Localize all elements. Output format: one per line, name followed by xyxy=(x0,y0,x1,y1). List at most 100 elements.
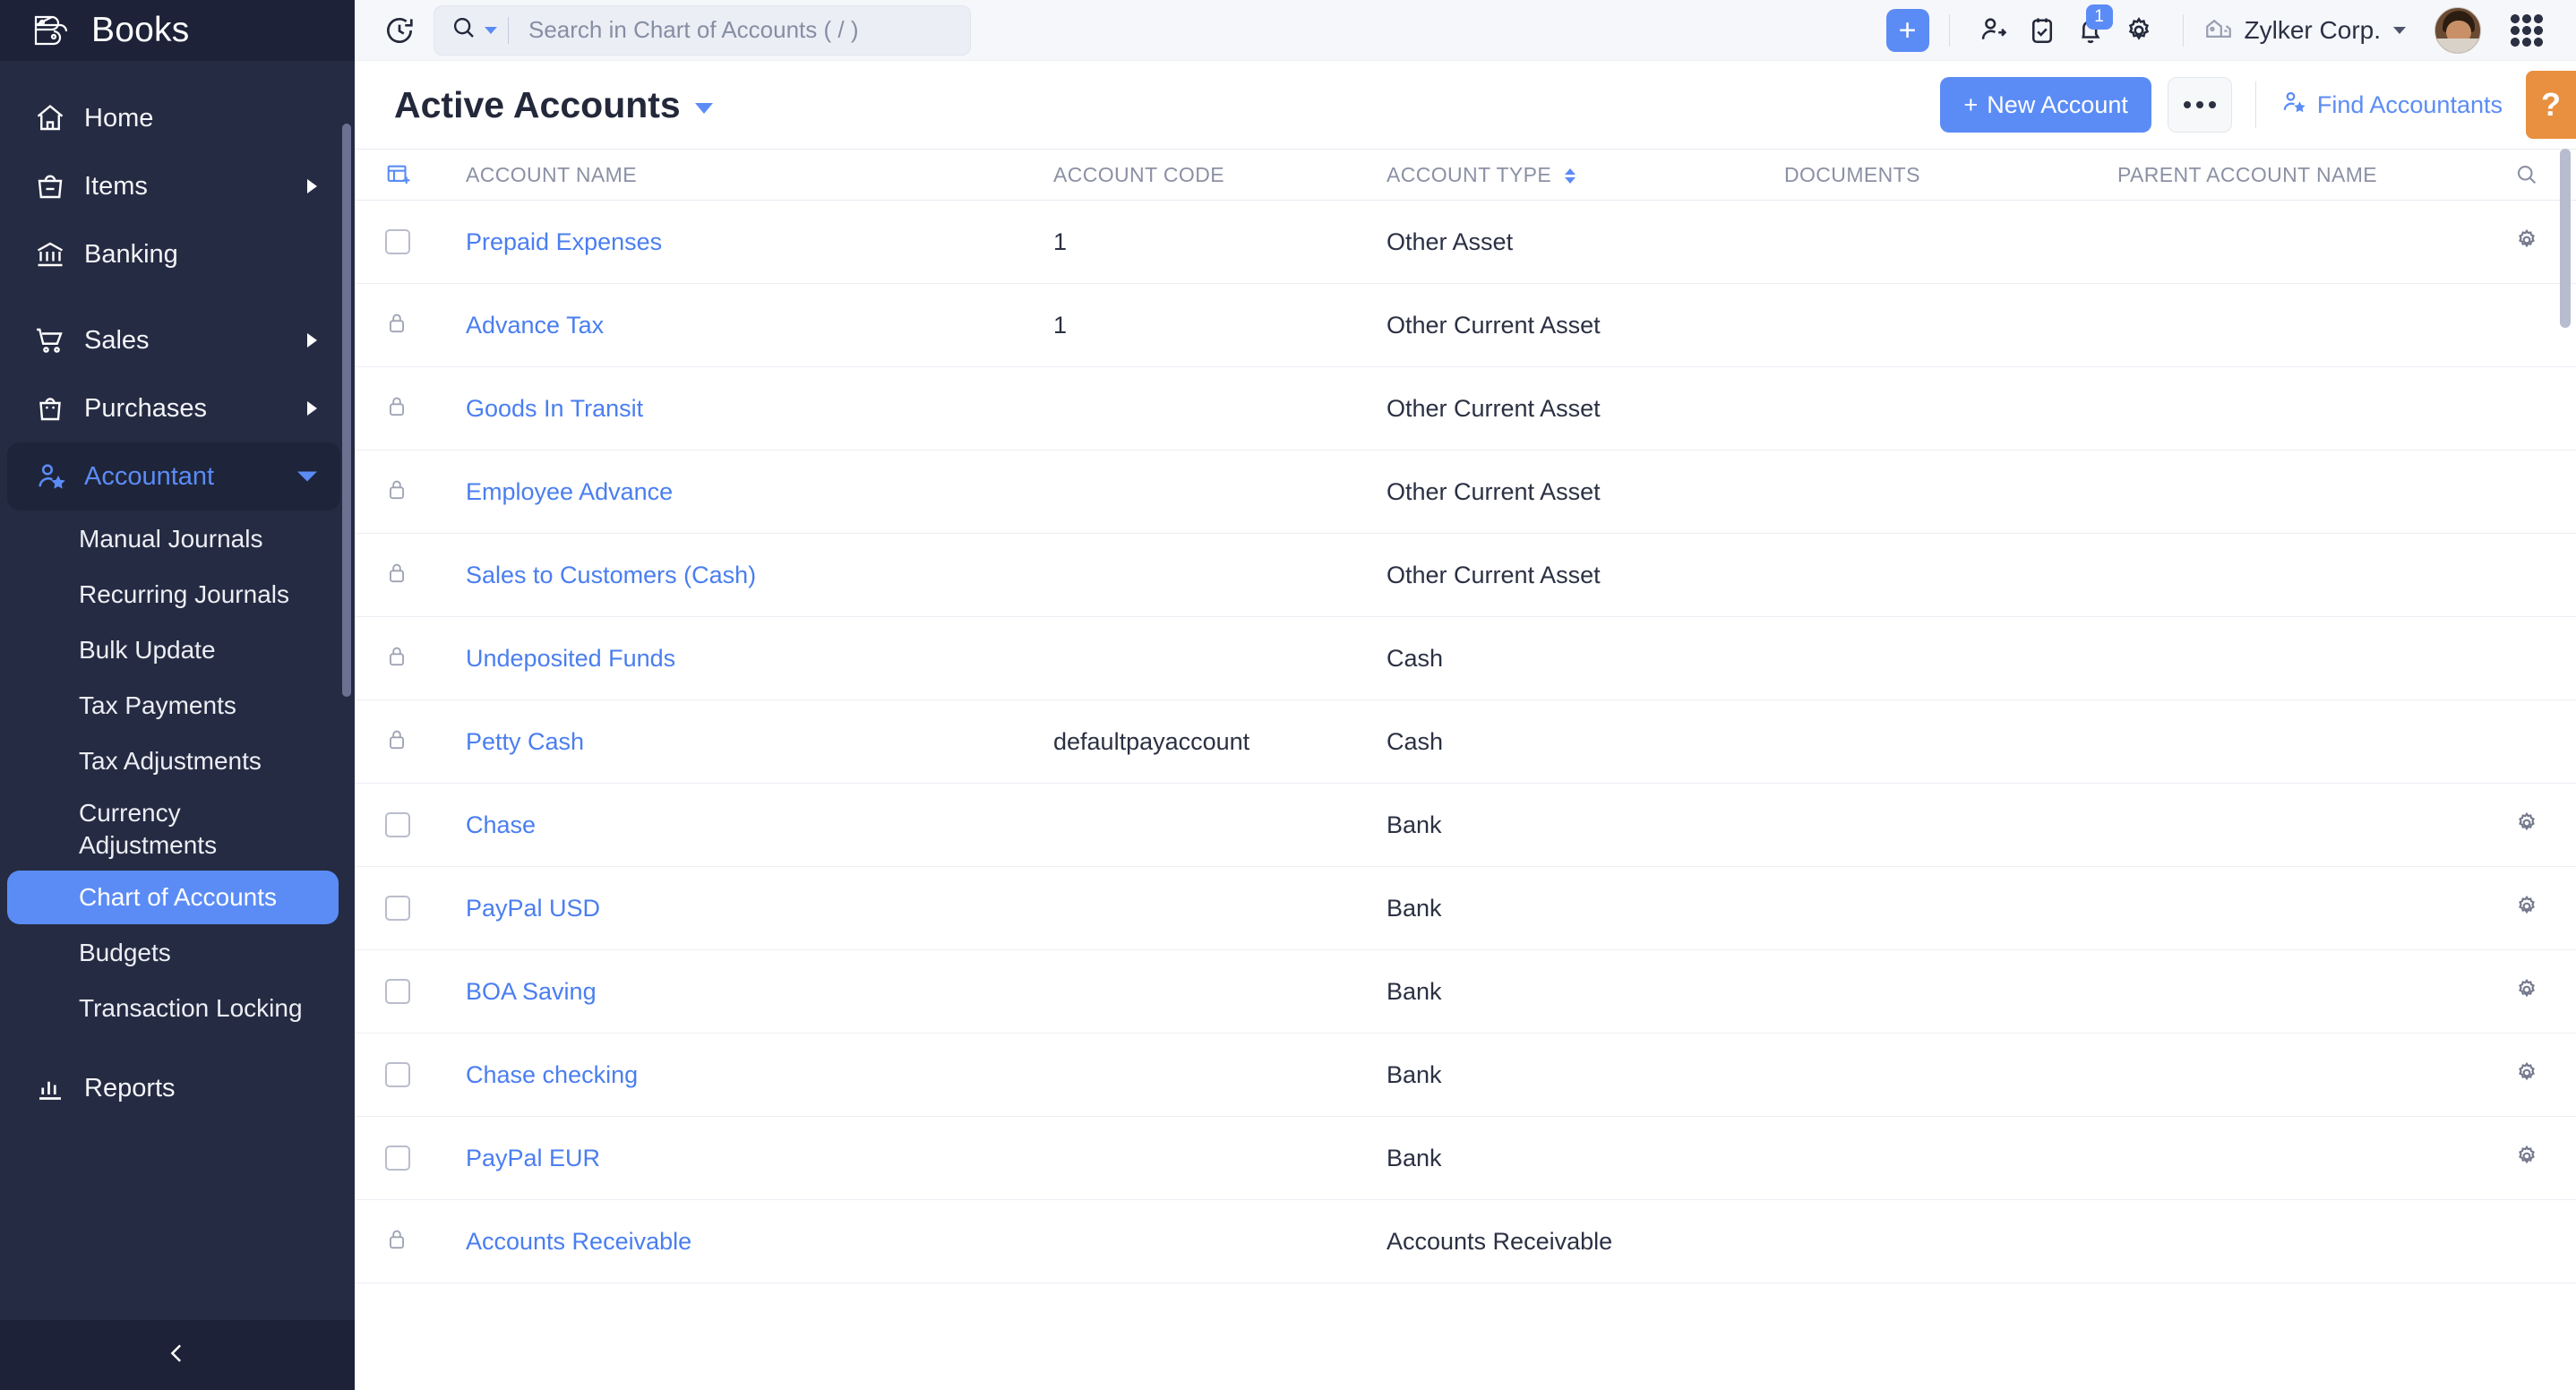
row-settings-gear-icon[interactable] xyxy=(2513,893,2540,924)
account-name-link[interactable]: Employee Advance xyxy=(466,478,673,505)
sidebar-scrollbar[interactable] xyxy=(342,124,351,697)
account-name-link[interactable]: Chase xyxy=(466,811,536,838)
organization-selector[interactable]: Zylker Corp. xyxy=(2203,13,2406,47)
row-select-cell[interactable] xyxy=(355,393,453,425)
row-select-cell[interactable] xyxy=(355,476,453,508)
sidebar-subitem-bulk-update[interactable]: Bulk Update xyxy=(7,623,339,677)
chevron-right-icon xyxy=(307,333,317,348)
table-scrollbar[interactable] xyxy=(2560,149,2571,328)
quick-create-button[interactable]: + xyxy=(1885,8,1929,52)
sidebar-subitem-manual-journals[interactable]: Manual Journals xyxy=(7,512,339,566)
row-select-cell[interactable] xyxy=(355,560,453,591)
row-settings-gear-icon[interactable] xyxy=(2513,227,2540,258)
sidebar-subitem-label: Transaction Locking xyxy=(79,993,303,1022)
user-avatar[interactable] xyxy=(2434,6,2481,54)
account-name-link[interactable]: Chase checking xyxy=(466,1061,638,1088)
table-row[interactable]: PayPal EUR Bank xyxy=(355,1117,2576,1200)
table-row[interactable]: Goods In Transit Other Current Asset xyxy=(355,367,2576,450)
tasks-clipboard-icon[interactable] xyxy=(2018,8,2066,53)
contacts-icon[interactable] xyxy=(1970,8,2018,53)
table-row[interactable]: Chase Bank xyxy=(355,784,2576,867)
sidebar-item-reports[interactable]: Reports xyxy=(7,1055,340,1123)
sidebar-item-items[interactable]: Items xyxy=(7,152,340,220)
row-select-cell[interactable] xyxy=(355,896,453,921)
row-checkbox[interactable] xyxy=(385,1062,410,1087)
help-button[interactable]: ? xyxy=(2526,71,2576,139)
sidebar-item-banking[interactable]: Banking xyxy=(7,220,340,288)
sort-icon[interactable] xyxy=(1564,167,1576,184)
sidebar-subitem-label: Tax Adjustments xyxy=(79,747,262,776)
search-input[interactable]: Search in Chart of Accounts ( / ) xyxy=(528,16,859,44)
sidebar-subitem-transaction-locking[interactable]: Transaction Locking xyxy=(7,982,339,1035)
notifications-bell-icon[interactable]: 1 xyxy=(2066,4,2115,53)
row-checkbox[interactable] xyxy=(385,1145,410,1171)
brand-header[interactable]: Books xyxy=(0,0,355,61)
sidebar-item-sales[interactable]: Sales xyxy=(7,306,340,374)
refresh-clock-icon[interactable] xyxy=(380,11,419,50)
column-header-parent-account-name[interactable]: PARENT ACCOUNT NAME xyxy=(2117,163,2477,187)
find-accountants-link[interactable]: Find Accountants xyxy=(2280,89,2503,122)
row-select-cell[interactable] xyxy=(355,229,453,254)
sidebar-subitem-currency-adjustments[interactable]: Currency Adjustments xyxy=(7,790,339,869)
row-checkbox[interactable] xyxy=(385,229,410,254)
table-row[interactable]: Prepaid Expenses 1 Other Asset xyxy=(355,201,2576,284)
table-row[interactable]: Petty Cash defaultpayaccount Cash xyxy=(355,700,2576,784)
column-header-account-code[interactable]: ACCOUNT CODE xyxy=(1053,163,1387,187)
table-row[interactable]: Accounts Receivable Accounts Receivable xyxy=(355,1200,2576,1283)
account-name-link[interactable]: BOA Saving xyxy=(466,978,597,1005)
lock-icon xyxy=(385,476,408,508)
account-name-link[interactable]: Advance Tax xyxy=(466,312,604,339)
row-select-cell[interactable] xyxy=(355,1226,453,1257)
row-select-cell[interactable] xyxy=(355,1062,453,1087)
account-name-link[interactable]: PayPal USD xyxy=(466,895,600,922)
column-header-account-name[interactable]: ACCOUNT NAME xyxy=(453,163,1053,187)
account-name-link[interactable]: Undeposited Funds xyxy=(466,645,675,672)
sidebar-subitem-tax-adjustments[interactable]: Tax Adjustments xyxy=(7,734,339,788)
sidebar-subitem-chart-of-accounts[interactable]: Chart of Accounts xyxy=(7,870,339,924)
table-row[interactable]: Employee Advance Other Current Asset xyxy=(355,450,2576,534)
account-name-link[interactable]: Sales to Customers (Cash) xyxy=(466,562,756,588)
table-row[interactable]: BOA Saving Bank xyxy=(355,950,2576,1034)
table-row[interactable]: Advance Tax 1 Other Current Asset xyxy=(355,284,2576,367)
row-checkbox[interactable] xyxy=(385,812,410,837)
account-name-link[interactable]: Prepaid Expenses xyxy=(466,228,662,255)
apps-grid-icon[interactable] xyxy=(2504,8,2549,53)
row-select-cell[interactable] xyxy=(355,726,453,758)
sidebar-subitem-budgets[interactable]: Budgets xyxy=(7,926,339,980)
sidebar-subitem-recurring-journals[interactable]: Recurring Journals xyxy=(7,568,339,622)
new-account-button[interactable]: + New Account xyxy=(1940,77,2151,133)
more-actions-button[interactable] xyxy=(2167,77,2232,133)
row-settings-gear-icon[interactable] xyxy=(2513,1060,2540,1091)
settings-gear-icon[interactable] xyxy=(2115,8,2163,53)
column-header-documents[interactable]: DOCUMENTS xyxy=(1784,163,2117,187)
table-row[interactable]: PayPal USD Bank xyxy=(355,867,2576,950)
column-header-account-type[interactable]: ACCOUNT TYPE xyxy=(1387,163,1784,187)
cell-account-name: Petty Cash xyxy=(453,728,1053,756)
row-settings-gear-icon[interactable] xyxy=(2513,810,2540,841)
view-selector-chevron-down-icon[interactable] xyxy=(694,103,713,114)
row-select-cell[interactable] xyxy=(355,643,453,674)
sidebar-subitem-tax-payments[interactable]: Tax Payments xyxy=(7,679,339,733)
account-name-link[interactable]: Goods In Transit xyxy=(466,395,643,422)
row-settings-gear-icon[interactable] xyxy=(2513,976,2540,1008)
search-scope-chevron-down-icon[interactable] xyxy=(485,26,497,34)
row-select-cell[interactable] xyxy=(355,1145,453,1171)
row-select-cell[interactable] xyxy=(355,812,453,837)
sidebar-collapse-button[interactable] xyxy=(0,1320,355,1390)
account-name-link[interactable]: Accounts Receivable xyxy=(466,1228,691,1255)
table-row[interactable]: Chase checking Bank xyxy=(355,1034,2576,1117)
sidebar-item-home[interactable]: Home xyxy=(7,84,340,152)
row-select-cell[interactable] xyxy=(355,310,453,341)
sidebar-item-purchases[interactable]: Purchases xyxy=(7,374,340,442)
sidebar-item-accountant[interactable]: Accountant xyxy=(7,442,340,511)
table-row[interactable]: Sales to Customers (Cash) Other Current … xyxy=(355,534,2576,617)
search-bar[interactable]: Search in Chart of Accounts ( / ) xyxy=(434,4,971,56)
account-name-link[interactable]: Petty Cash xyxy=(466,728,584,755)
add-column-icon[interactable] xyxy=(355,161,453,188)
row-settings-gear-icon[interactable] xyxy=(2513,1143,2540,1174)
table-row[interactable]: Undeposited Funds Cash xyxy=(355,617,2576,700)
account-name-link[interactable]: PayPal EUR xyxy=(466,1145,600,1171)
row-select-cell[interactable] xyxy=(355,979,453,1004)
row-checkbox[interactable] xyxy=(385,979,410,1004)
row-checkbox[interactable] xyxy=(385,896,410,921)
